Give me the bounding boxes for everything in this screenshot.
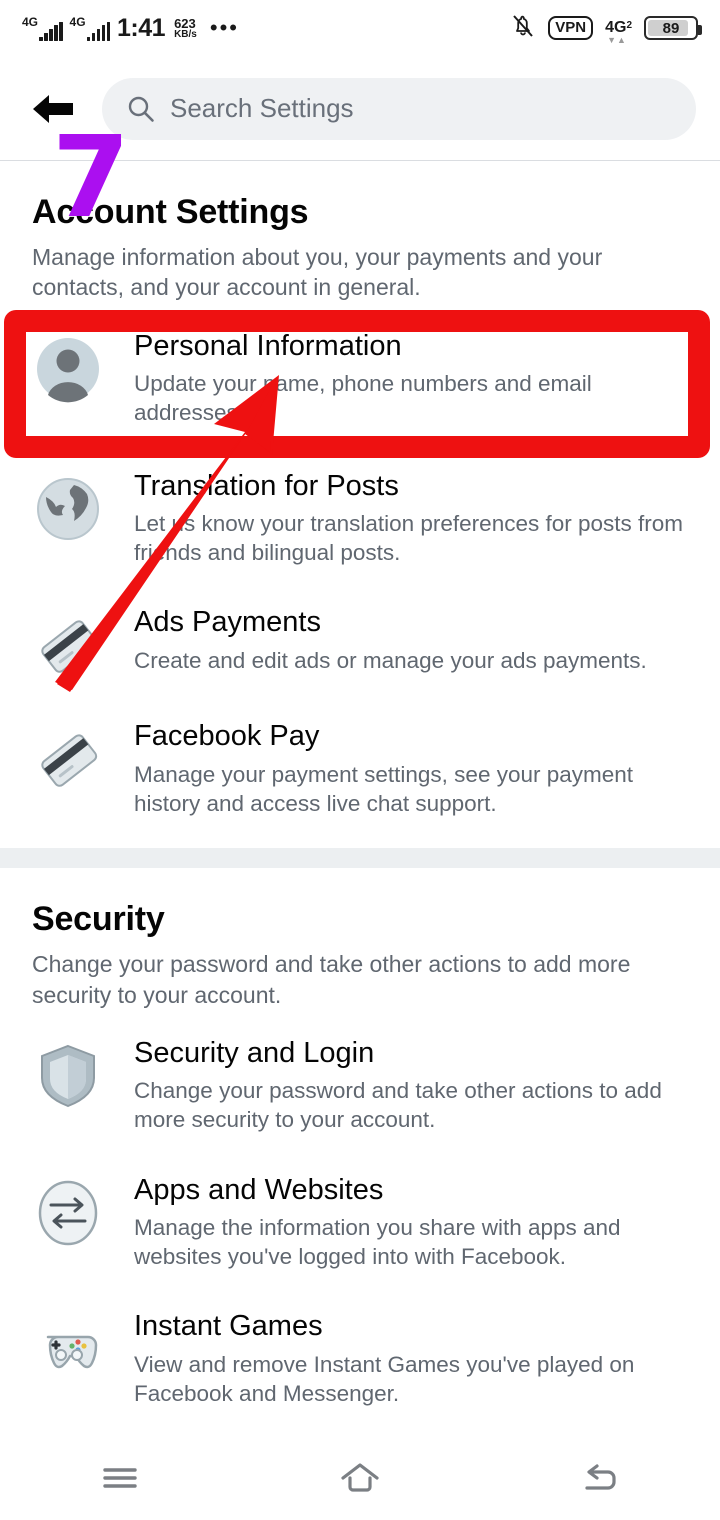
battery-percent-label: 89 — [662, 19, 680, 37]
search-bar[interactable] — [102, 77, 696, 140]
recents-button[interactable] — [0, 1440, 240, 1520]
list-item-title: Ads Payments — [134, 606, 321, 639]
user-avatar-icon — [32, 333, 104, 405]
list-item-text: Apps and Websites Manage the information… — [134, 1171, 688, 1272]
mobile-data-sim-index: 2 — [626, 20, 632, 31]
app-header — [0, 56, 720, 161]
list-item-title: Personal Information — [134, 329, 402, 362]
list-item-translation-for-posts[interactable]: Translation for Posts Let us know your t… — [0, 449, 720, 586]
list-item-description: View and remove Instant Games you've pla… — [134, 1351, 635, 1406]
gamepad-icon — [32, 1313, 104, 1385]
globe-icon — [32, 473, 104, 545]
list-item-text: Personal Information Update your name, p… — [134, 327, 688, 428]
list-item-title: Facebook Pay — [134, 720, 320, 753]
list-item-title: Apps and Websites — [134, 1173, 384, 1206]
list-item-instant-games[interactable]: Instant Games View and remove Instant Ga… — [0, 1289, 720, 1426]
section-header: Account Settings Manage information abou… — [0, 161, 720, 303]
signal-strength-sim1-icon: 4G — [22, 15, 63, 41]
list-item-description: Change your password and take other acti… — [134, 1078, 662, 1133]
system-navigation-bar — [0, 1440, 720, 1520]
list-item-description: Manage your payment settings, see your p… — [134, 761, 634, 816]
section-account-settings: Account Settings Manage information abou… — [0, 161, 720, 849]
status-bar-overflow-icon: ••• — [209, 15, 239, 41]
signal-sim1-label: 4G — [22, 15, 39, 29]
back-arrow-icon — [579, 1460, 621, 1501]
arrow-left-icon — [29, 91, 75, 127]
signal-sim2-label: 4G — [69, 15, 86, 29]
status-bar: 4G 4G 1:41 623 KB/s ••• VPN 4G 2 ▼▲ 89 — [0, 0, 720, 56]
data-transfer-arrows-icon: ▼▲ — [607, 35, 627, 45]
list-item-facebook-pay[interactable]: Facebook Pay Manage your payment setting… — [0, 699, 720, 848]
vpn-badge: VPN — [548, 16, 594, 40]
section-divider-band — [0, 848, 720, 869]
shield-icon — [32, 1040, 104, 1112]
home-icon — [337, 1460, 383, 1501]
section-header: Security Change your password and take o… — [0, 868, 720, 1010]
section-description: Manage information about you, your payme… — [32, 244, 603, 301]
section-description: Change your password and take other acti… — [32, 951, 631, 1008]
list-item-title: Instant Games — [134, 1310, 323, 1343]
list-item-apps-and-websites[interactable]: Apps and Websites Manage the information… — [0, 1153, 720, 1290]
battery-indicator: 89 — [644, 16, 702, 40]
section-title: Security — [32, 900, 165, 939]
list-item-title: Security and Login — [134, 1036, 375, 1069]
list-item-personal-information[interactable]: Personal Information Update your name, p… — [0, 303, 720, 449]
network-speed-unit: KB/s — [174, 28, 197, 40]
network-speed-value: 623 — [174, 15, 196, 31]
credit-card-icon — [32, 609, 104, 681]
signal-sim1-bars — [39, 22, 63, 41]
network-speed-indicator: 623 KB/s — [174, 17, 197, 40]
phone-screen: 4G 4G 1:41 623 KB/s ••• VPN 4G 2 ▼▲ 89 S… — [0, 0, 720, 1520]
status-bar-left: 4G 4G 1:41 623 KB/s ••• — [22, 14, 239, 43]
back-button-nav[interactable] — [480, 1440, 720, 1520]
list-item-title: Translation for Posts — [134, 469, 399, 502]
list-item-security-and-login[interactable]: Security and Login Change your password … — [0, 1010, 720, 1153]
mobile-data-label: 4G — [605, 19, 627, 36]
bell-muted-icon — [510, 12, 536, 45]
back-button[interactable] — [24, 81, 80, 137]
status-bar-clock: 1:41 — [117, 13, 166, 42]
list-item-description: Create and edit ads or manage your ads p… — [134, 647, 647, 673]
status-bar-right: VPN 4G 2 ▼▲ 89 — [510, 12, 702, 46]
signal-strength-sim2-icon: 4G — [70, 15, 111, 41]
search-icon — [126, 94, 156, 124]
list-item-description: Update your name, phone numbers and emai… — [134, 370, 592, 426]
list-item-text: Translation for Posts Let us know your t… — [134, 467, 688, 568]
list-item-text: Ads Payments Create and edit ads or mana… — [134, 603, 688, 674]
mobile-data-icon: 4G 2 ▼▲ — [605, 19, 632, 46]
list-item-description: Let us know your translation preferences… — [134, 510, 684, 566]
list-item-text: Security and Login Change your password … — [134, 1034, 688, 1135]
signal-sim2-bars — [86, 22, 111, 41]
page-title: Account Settings — [32, 193, 309, 231]
credit-card-icon — [32, 723, 104, 795]
section-security: Security Change your password and take o… — [0, 868, 720, 1427]
list-item-text: Facebook Pay Manage your payment setting… — [134, 717, 688, 818]
exchange-arrows-icon — [32, 1177, 104, 1249]
settings-content: Account Settings Manage information abou… — [0, 161, 720, 1427]
home-button[interactable] — [240, 1440, 480, 1520]
list-item-description: Manage the information you share with ap… — [134, 1214, 621, 1270]
hamburger-menu-icon — [100, 1461, 140, 1500]
search-input[interactable] — [170, 93, 672, 124]
list-item-text: Instant Games View and remove Instant Ga… — [134, 1307, 688, 1408]
list-item-ads-payments[interactable]: Ads Payments Create and edit ads or mana… — [0, 585, 720, 699]
